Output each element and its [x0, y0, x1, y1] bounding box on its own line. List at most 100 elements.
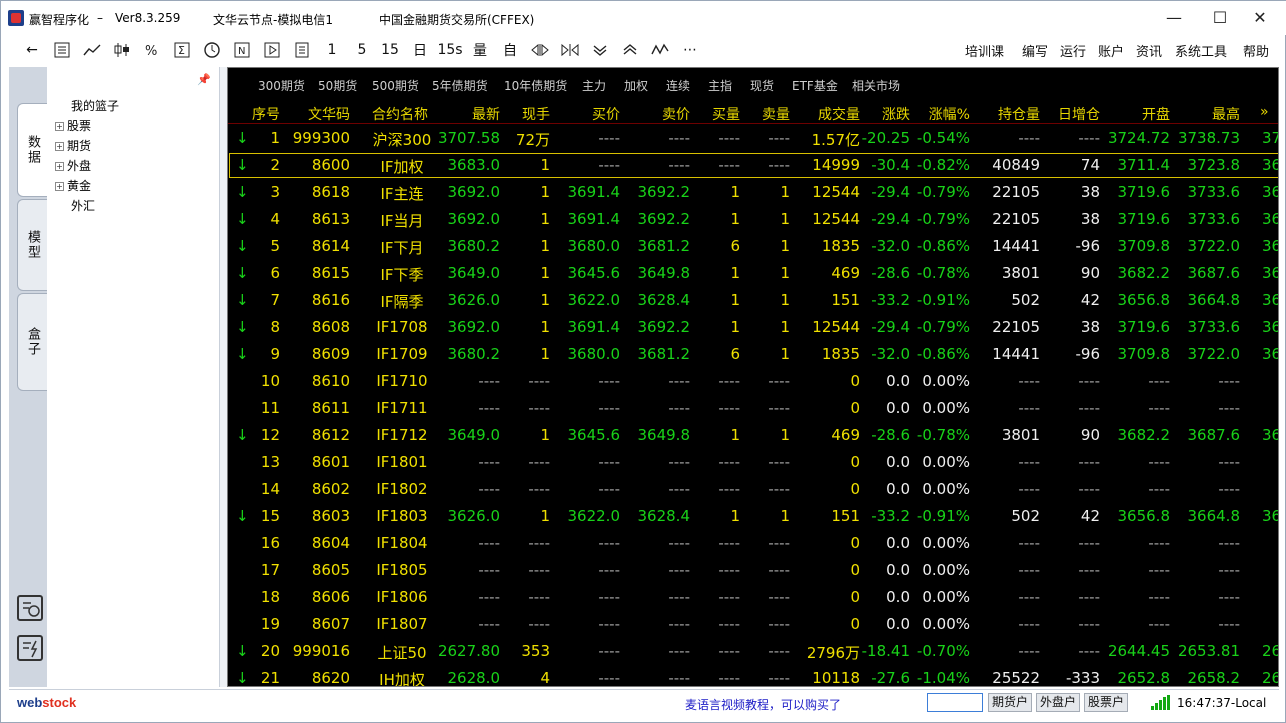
- expand-icon[interactable]: +: [55, 162, 64, 171]
- column-header[interactable]: 合约名称: [372, 104, 428, 124]
- clock-icon[interactable]: [199, 37, 225, 63]
- candlestick-icon[interactable]: [109, 37, 135, 63]
- tab-box[interactable]: 盒子: [17, 293, 47, 391]
- tree-item-foreign[interactable]: + 外盘: [55, 157, 91, 174]
- quote-list-icon[interactable]: [49, 37, 75, 63]
- menu-run[interactable]: 运行: [1060, 41, 1086, 60]
- period-1min-button[interactable]: 1: [319, 37, 345, 63]
- chevron-down-icon[interactable]: [587, 37, 613, 63]
- tree-item-stocks[interactable]: + 股票: [55, 117, 91, 134]
- minimize-button[interactable]: —: [1151, 1, 1197, 33]
- expand-icon[interactable]: +: [55, 142, 64, 151]
- column-header[interactable]: 涨跌: [882, 104, 910, 124]
- quote-row[interactable]: 13 8601 IF1801 ---- ---- ---- ---- ---- ---- 0 0.0…: [228, 449, 1278, 476]
- tree-item-forex[interactable]: 外汇: [71, 197, 95, 214]
- quote-row[interactable]: ↓ 2 8600 IF加权 3683.0 1 ---- ---- ---- ---- 14999 -3…: [228, 152, 1278, 179]
- menu-account[interactable]: 账户: [1098, 41, 1124, 60]
- quote-row[interactable]: ↓ 8 8608 IF1708 3692.0 1 3691.4 3692.2 1 1 12544 -2…: [228, 314, 1278, 341]
- column-header[interactable]: 序号: [252, 104, 280, 124]
- quote-row[interactable]: 11 8611 IF1711 ---- ---- ---- ---- ---- ---- 0 0.0…: [228, 395, 1278, 422]
- column-header[interactable]: 卖量: [762, 104, 790, 124]
- column-header[interactable]: 持仓量: [998, 104, 1040, 124]
- menu-help[interactable]: 帮助: [1243, 41, 1269, 60]
- idea-icon[interactable]: [17, 595, 43, 621]
- subtab-item[interactable]: 现货: [750, 77, 774, 94]
- chevron-up-icon[interactable]: [617, 37, 643, 63]
- quote-row[interactable]: 14 8602 IF1802 ---- ---- ---- ---- ---- ---- 0 0.0…: [228, 476, 1278, 503]
- menu-system-tools[interactable]: 系统工具: [1175, 41, 1227, 60]
- subtab-item[interactable]: 5年债期货: [432, 77, 488, 94]
- quote-row[interactable]: 17 8605 IF1805 ---- ---- ---- ---- ---- ---- 0 0.0…: [228, 557, 1278, 584]
- play-icon[interactable]: [259, 37, 285, 63]
- futures-account-button[interactable]: 期货户: [988, 693, 1033, 712]
- quote-row[interactable]: ↓ 7 8616 IF隔季 3626.0 1 3622.0 3628.4 1 1 151 -33.2-…: [228, 287, 1278, 314]
- quote-row[interactable]: ↓ 15 8603 IF1803 3626.0 1 3622.0 3628.4 1 1 151 -33…: [228, 503, 1278, 530]
- quote-row[interactable]: ↓ 9 8609 IF1709 3680.2 1 3680.0 3681.2 6 1 1835 -32…: [228, 341, 1278, 368]
- column-header[interactable]: 日增仓: [1058, 104, 1100, 124]
- column-header[interactable]: 买价: [592, 104, 620, 124]
- stock-account-button[interactable]: 股票户: [1084, 693, 1129, 712]
- period-15min-button[interactable]: 15: [377, 37, 403, 63]
- quick-code-input[interactable]: [927, 693, 983, 712]
- line-chart-icon[interactable]: [79, 37, 105, 63]
- subtab-item[interactable]: 主力: [582, 77, 606, 94]
- period-5min-button[interactable]: 5: [349, 37, 375, 63]
- subtab-item[interactable]: 500期货: [372, 77, 419, 94]
- column-header[interactable]: 开盘: [1142, 104, 1170, 124]
- edit-lightning-icon[interactable]: [17, 635, 43, 661]
- tab-model[interactable]: 模型: [17, 199, 47, 291]
- quote-row[interactable]: ↓ 20 999016 上证50 2627.80 353 ---- ---- ---- ---- 2…: [228, 638, 1278, 665]
- column-header[interactable]: 文华码: [308, 104, 350, 124]
- announcement-text[interactable]: 麦语言视频教程，可以购买了: [685, 696, 841, 713]
- subtab-item[interactable]: 主指: [708, 77, 732, 94]
- quote-row[interactable]: 19 8607 IF1807 ---- ---- ---- ---- ---- ---- 0 0.0…: [228, 611, 1278, 638]
- quote-row[interactable]: ↓ 21 8620 IH加权 2628.0 4 ---- ---- ---- ---- 10118-…: [228, 665, 1278, 686]
- quote-row[interactable]: ↓ 4 8613 IF当月 3692.0 1 3691.4 3692.2 1 1 12544 -29.…: [228, 206, 1278, 233]
- quote-row[interactable]: ↓ 12 8612 IF1712 3649.0 1 3645.6 3649.8 1 1 469 -28…: [228, 422, 1278, 449]
- zoom-in-icon[interactable]: [527, 37, 553, 63]
- subtab-item[interactable]: 加权: [624, 77, 648, 94]
- quote-row[interactable]: ↓ 1 999300 沪深300 3707.58 72万 ---- ---- ---- ---- 1…: [228, 125, 1278, 152]
- panel-splitter[interactable]: [219, 67, 227, 687]
- period-15s-button[interactable]: 15s: [437, 37, 463, 63]
- tab-data[interactable]: 数据: [17, 103, 47, 197]
- news-icon[interactable]: N: [229, 37, 255, 63]
- menu-news[interactable]: 资讯: [1136, 41, 1162, 60]
- quote-row[interactable]: 18 8606 IF1806 ---- ---- ---- ---- ---- ---- 0 0.0…: [228, 584, 1278, 611]
- menu-edit[interactable]: 编写: [1022, 41, 1048, 60]
- foreign-account-button[interactable]: 外盘户: [1036, 693, 1081, 712]
- subtab-item[interactable]: 50期货: [318, 77, 357, 94]
- quote-row[interactable]: ↓ 6 8615 IF下季 3649.0 1 3645.6 3649.8 1 1 469 -28.6-…: [228, 260, 1278, 287]
- sigma-icon[interactable]: Σ: [169, 37, 195, 63]
- pin-icon[interactable]: 📌: [197, 73, 211, 86]
- subtab-item[interactable]: 300期货: [258, 77, 305, 94]
- zoom-out-icon[interactable]: [557, 37, 583, 63]
- column-header[interactable]: 最新: [472, 104, 500, 124]
- quote-row[interactable]: ↓ 3 8618 IF主连 3692.0 1 3691.4 3692.2 1 1 12544 -29.…: [228, 179, 1278, 206]
- volume-button[interactable]: 量: [467, 37, 493, 63]
- strategy-icon[interactable]: %: [139, 37, 165, 63]
- column-header[interactable]: 最高: [1212, 104, 1240, 124]
- column-header[interactable]: 现手: [522, 104, 550, 124]
- subtab-item[interactable]: 10年债期货: [504, 77, 567, 94]
- quote-row[interactable]: ↓ 5 8614 IF下月 3680.2 1 3680.0 3681.2 6 1 1835 -32.0…: [228, 233, 1278, 260]
- column-header[interactable]: 成交量: [818, 104, 860, 124]
- subtab-item[interactable]: 相关市场: [852, 77, 900, 94]
- expand-icon[interactable]: +: [55, 182, 64, 191]
- quote-row[interactable]: 10 8610 IF1710 ---- ---- ---- ---- ---- ---- 0 0.0…: [228, 368, 1278, 395]
- quote-row[interactable]: 16 8604 IF1804 ---- ---- ---- ---- ---- ---- 0 0.0…: [228, 530, 1278, 557]
- tree-item-gold[interactable]: + 黄金: [55, 177, 91, 194]
- column-header[interactable]: 卖价: [662, 104, 690, 124]
- tree-root-basket[interactable]: 我的篮子: [71, 97, 119, 114]
- menu-training[interactable]: 培训课: [965, 41, 1004, 60]
- indicator-wave-icon[interactable]: [647, 37, 673, 63]
- column-header[interactable]: »: [1260, 104, 1269, 120]
- tree-item-futures[interactable]: + 期货: [55, 137, 91, 154]
- back-arrow-icon[interactable]: ←: [19, 37, 45, 63]
- subtab-item[interactable]: 连续: [666, 77, 690, 94]
- period-day-button[interactable]: 日: [407, 37, 433, 63]
- document-icon[interactable]: [289, 37, 315, 63]
- custom-period-button[interactable]: 自: [497, 37, 523, 63]
- expand-icon[interactable]: +: [55, 122, 64, 131]
- close-button[interactable]: ✕: [1237, 1, 1283, 33]
